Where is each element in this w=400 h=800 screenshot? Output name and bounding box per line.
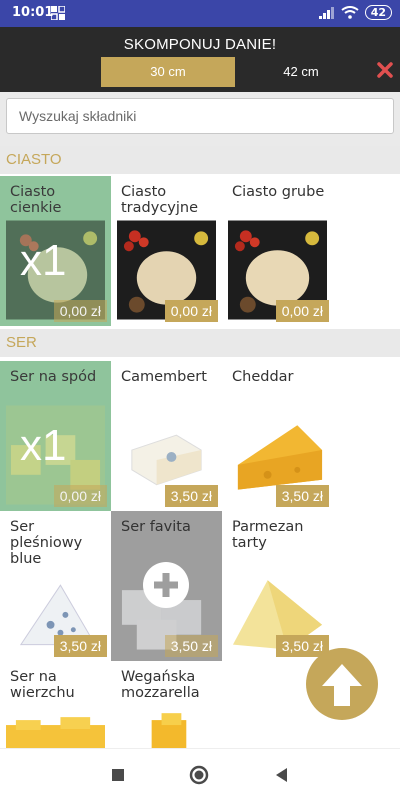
ingredient-tile-ser-plesniowy-blue[interactable]: Ser pleśniowy blue 3,50 zł: [0, 511, 111, 661]
quantity-badge: x1: [20, 421, 67, 470]
ingredient-price: 0,00 zł: [53, 485, 107, 507]
signal-icon: [318, 6, 334, 19]
ingredient-name: Ciasto cienkie: [10, 184, 62, 216]
ingredient-name: Cheddar: [232, 369, 294, 385]
ingredient-name: Parmezan tarty: [232, 519, 304, 551]
app-notification-icon: [51, 6, 65, 20]
status-time: 10:01: [12, 5, 54, 20]
plus-icon[interactable]: [142, 561, 190, 609]
status-indicators: 42: [318, 5, 392, 20]
section-header-ser: SER: [0, 329, 400, 357]
tab-size-42[interactable]: 42 cm: [234, 57, 368, 87]
quantity-badge: x1: [20, 236, 67, 285]
ingredient-name: Ser na spód: [10, 369, 97, 385]
cheese-image: [6, 717, 105, 748]
arrow-up-icon: [322, 664, 362, 706]
ingredient-tile-ciasto-tradycyjne[interactable]: Ciasto tradycyjne 0,00 zł: [111, 176, 222, 326]
back-icon[interactable]: [272, 765, 292, 785]
home-icon[interactable]: [189, 765, 209, 785]
ingredient-price: 0,00 zł: [275, 300, 329, 322]
ingredient-tile-ser-na-wierzchu[interactable]: Ser na wierzchu: [0, 661, 111, 748]
ingredient-tile-ciasto-cienkie[interactable]: Ciasto cienkie x1 0,00 zł: [0, 176, 111, 326]
ingredient-price: 3,50 zł: [275, 485, 329, 507]
ingredient-name: Ciasto grube: [232, 184, 325, 200]
ingredient-price: 3,50 zł: [164, 485, 218, 507]
scroll-top-button[interactable]: [306, 648, 378, 720]
search-input[interactable]: [6, 98, 394, 134]
ingredient-price: 3,50 zł: [164, 635, 218, 657]
section-header-ciasto: CIASTO: [0, 146, 400, 174]
composer-header: SKOMPONUJ DANIE! 30 cm 42 cm: [0, 27, 400, 92]
ingredient-name: Ser na wierzchu: [10, 669, 75, 701]
wifi-icon: [341, 6, 359, 19]
ingredient-tile-parmezan-tarty[interactable]: Parmezan tarty 3,50 zł: [222, 511, 333, 661]
page-title: SKOMPONUJ DANIE!: [123, 36, 277, 53]
ingredient-price: 0,00 zł: [53, 300, 107, 322]
battery-level: 42: [364, 5, 392, 20]
ingredient-price: 3,50 zł: [53, 635, 107, 657]
ingredient-tile-ciasto-grube[interactable]: Ciasto grube 0,00 zł: [222, 176, 333, 326]
recents-icon[interactable]: [108, 765, 128, 785]
search-bar: [0, 92, 400, 146]
ingredient-tile-veganska-mozzarella[interactable]: Wegańska mozzarella: [111, 661, 222, 748]
ingredient-tile-camembert[interactable]: Camembert 3,50 zł: [111, 361, 222, 511]
ingredient-name: Ser favita: [121, 519, 191, 535]
ingredient-name: Wegańska mozzarella: [121, 669, 200, 701]
tab-size-30[interactable]: 30 cm: [101, 57, 235, 87]
ingredient-tile-cheddar[interactable]: Cheddar 3,50 zł: [222, 361, 333, 511]
ingredient-name: Camembert: [121, 369, 207, 385]
ingredient-name: Ciasto tradycyjne: [121, 184, 199, 216]
android-nav-bar: [0, 748, 400, 800]
cheese-image: [151, 713, 187, 748]
close-icon[interactable]: [376, 61, 394, 79]
ingredient-tile-ser-na-spod[interactable]: Ser na spód x1 0,00 zł: [0, 361, 111, 511]
ingredient-price: 0,00 zł: [164, 300, 218, 322]
ingredient-tile-ser-favita[interactable]: Ser favita 3,50 zł: [111, 511, 222, 661]
status-bar: 10:01 42: [0, 0, 400, 27]
